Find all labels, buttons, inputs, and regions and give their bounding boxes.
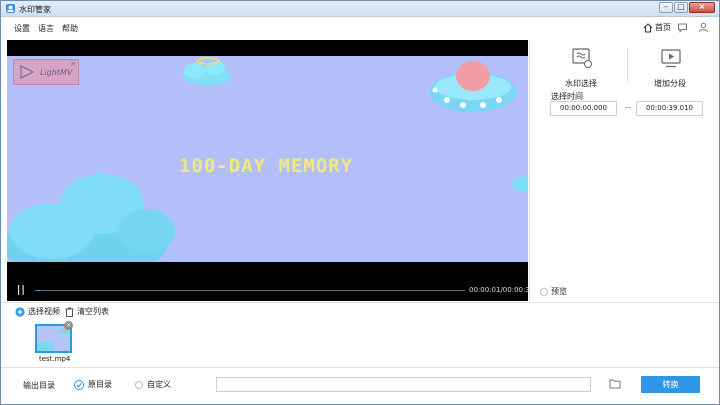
window-title: 水印管家 — [19, 5, 51, 14]
custom-dir-label: 自定义 — [147, 380, 171, 389]
preview-label: 预览 — [551, 287, 567, 296]
select-video-label: 选择视频 — [28, 307, 60, 316]
watermark-logo-icon — [20, 65, 35, 79]
watermark-box[interactable]: LightMV × — [13, 59, 79, 85]
trash-icon — [65, 307, 74, 317]
watermark-text: LightMV — [40, 68, 73, 77]
file-list: × test.mp4 — [1, 318, 719, 368]
start-time-field[interactable]: 00:00:00.000 — [550, 101, 617, 116]
video-player[interactable]: 100-DAY MEMORY LightMV × 00:00:01/00:00:… — [7, 40, 534, 301]
pause-icon[interactable] — [17, 285, 25, 295]
tool-divider — [627, 48, 628, 82]
clear-list-button[interactable]: 清空列表 — [65, 306, 109, 317]
custom-dir-radio[interactable] — [135, 380, 143, 389]
playback-time: 00:00:01/00:00:39 — [469, 286, 535, 294]
cloud-top-icon — [183, 57, 231, 85]
watermark-select-button[interactable]: 水印选择 — [551, 45, 611, 88]
original-dir-label: 原目录 — [88, 380, 112, 389]
menu-bar: 设置 语言 帮助 首页 — [1, 18, 719, 38]
player-controls: 00:00:01/00:00:39 — [7, 262, 534, 301]
minimize-button[interactable]: – — [659, 2, 673, 13]
check-circle-icon — [74, 379, 84, 390]
file-list-toolbar: 选择视频 清空列表 — [1, 302, 719, 318]
custom-dir-option[interactable]: 自定义 — [135, 379, 171, 390]
output-bar: 输出目录 原目录 自定义 转换 — [1, 369, 719, 404]
cloud-small-icon — [512, 176, 528, 192]
video-frame: 100-DAY MEMORY LightMV × — [7, 56, 528, 262]
maximize-button[interactable]: □ — [674, 2, 688, 13]
output-dir-label: 输出目录 — [23, 381, 55, 390]
watermark-select-label: 水印选择 — [565, 79, 597, 88]
add-circle-icon — [15, 306, 25, 317]
thumbnail-preview — [37, 326, 70, 351]
home-button[interactable]: 首页 — [643, 22, 671, 33]
user-icon[interactable] — [698, 22, 709, 33]
app-logo-icon — [6, 4, 15, 13]
progress-fill — [35, 290, 40, 291]
close-icon: × — [698, 2, 706, 11]
ufo-icon — [429, 61, 517, 112]
watermark-close-icon[interactable]: × — [70, 60, 76, 68]
progress-bar[interactable] — [35, 290, 465, 291]
maximize-icon: □ — [677, 2, 685, 11]
add-segment-icon — [661, 49, 681, 68]
time-range-dash — [625, 107, 631, 108]
home-icon — [643, 22, 653, 32]
menu-help[interactable]: 帮助 — [62, 23, 78, 34]
cloud-large-icon — [7, 174, 175, 262]
clear-list-label: 清空列表 — [77, 307, 109, 316]
scene-title: 100-DAY MEMORY — [179, 155, 354, 177]
home-label: 首页 — [655, 23, 671, 32]
chat-icon[interactable] — [677, 22, 688, 33]
side-panel: 水印选择 增加分段 选择时间 00:00:00.000 00:00:39.010… — [529, 40, 719, 301]
close-button[interactable]: × — [689, 2, 715, 13]
output-path-input[interactable] — [216, 377, 591, 392]
minimize-icon: – — [664, 2, 668, 11]
preview-toggle[interactable]: 预览 — [540, 286, 567, 297]
original-dir-option[interactable]: 原目录 — [74, 379, 112, 390]
add-segment-button[interactable]: 增加分段 — [640, 45, 700, 88]
convert-button[interactable]: 转换 — [641, 376, 700, 393]
remove-file-icon[interactable]: × — [64, 321, 73, 330]
preview-radio[interactable] — [540, 287, 548, 296]
app-window: 水印管家 – □ × 设置 语言 帮助 首页 100-DAY MEMORY Li… — [0, 0, 720, 405]
folder-icon[interactable] — [609, 378, 621, 389]
end-time-field[interactable]: 00:00:39.010 — [636, 101, 703, 116]
file-name: test.mp4 — [39, 355, 71, 363]
menu-language[interactable]: 语言 — [38, 23, 54, 34]
select-video-button[interactable]: 选择视频 — [15, 306, 60, 317]
title-bar: 水印管家 – □ × — [1, 1, 719, 17]
menu-settings[interactable]: 设置 — [14, 23, 30, 34]
add-segment-label: 增加分段 — [654, 79, 686, 88]
watermark-select-icon — [572, 48, 592, 68]
